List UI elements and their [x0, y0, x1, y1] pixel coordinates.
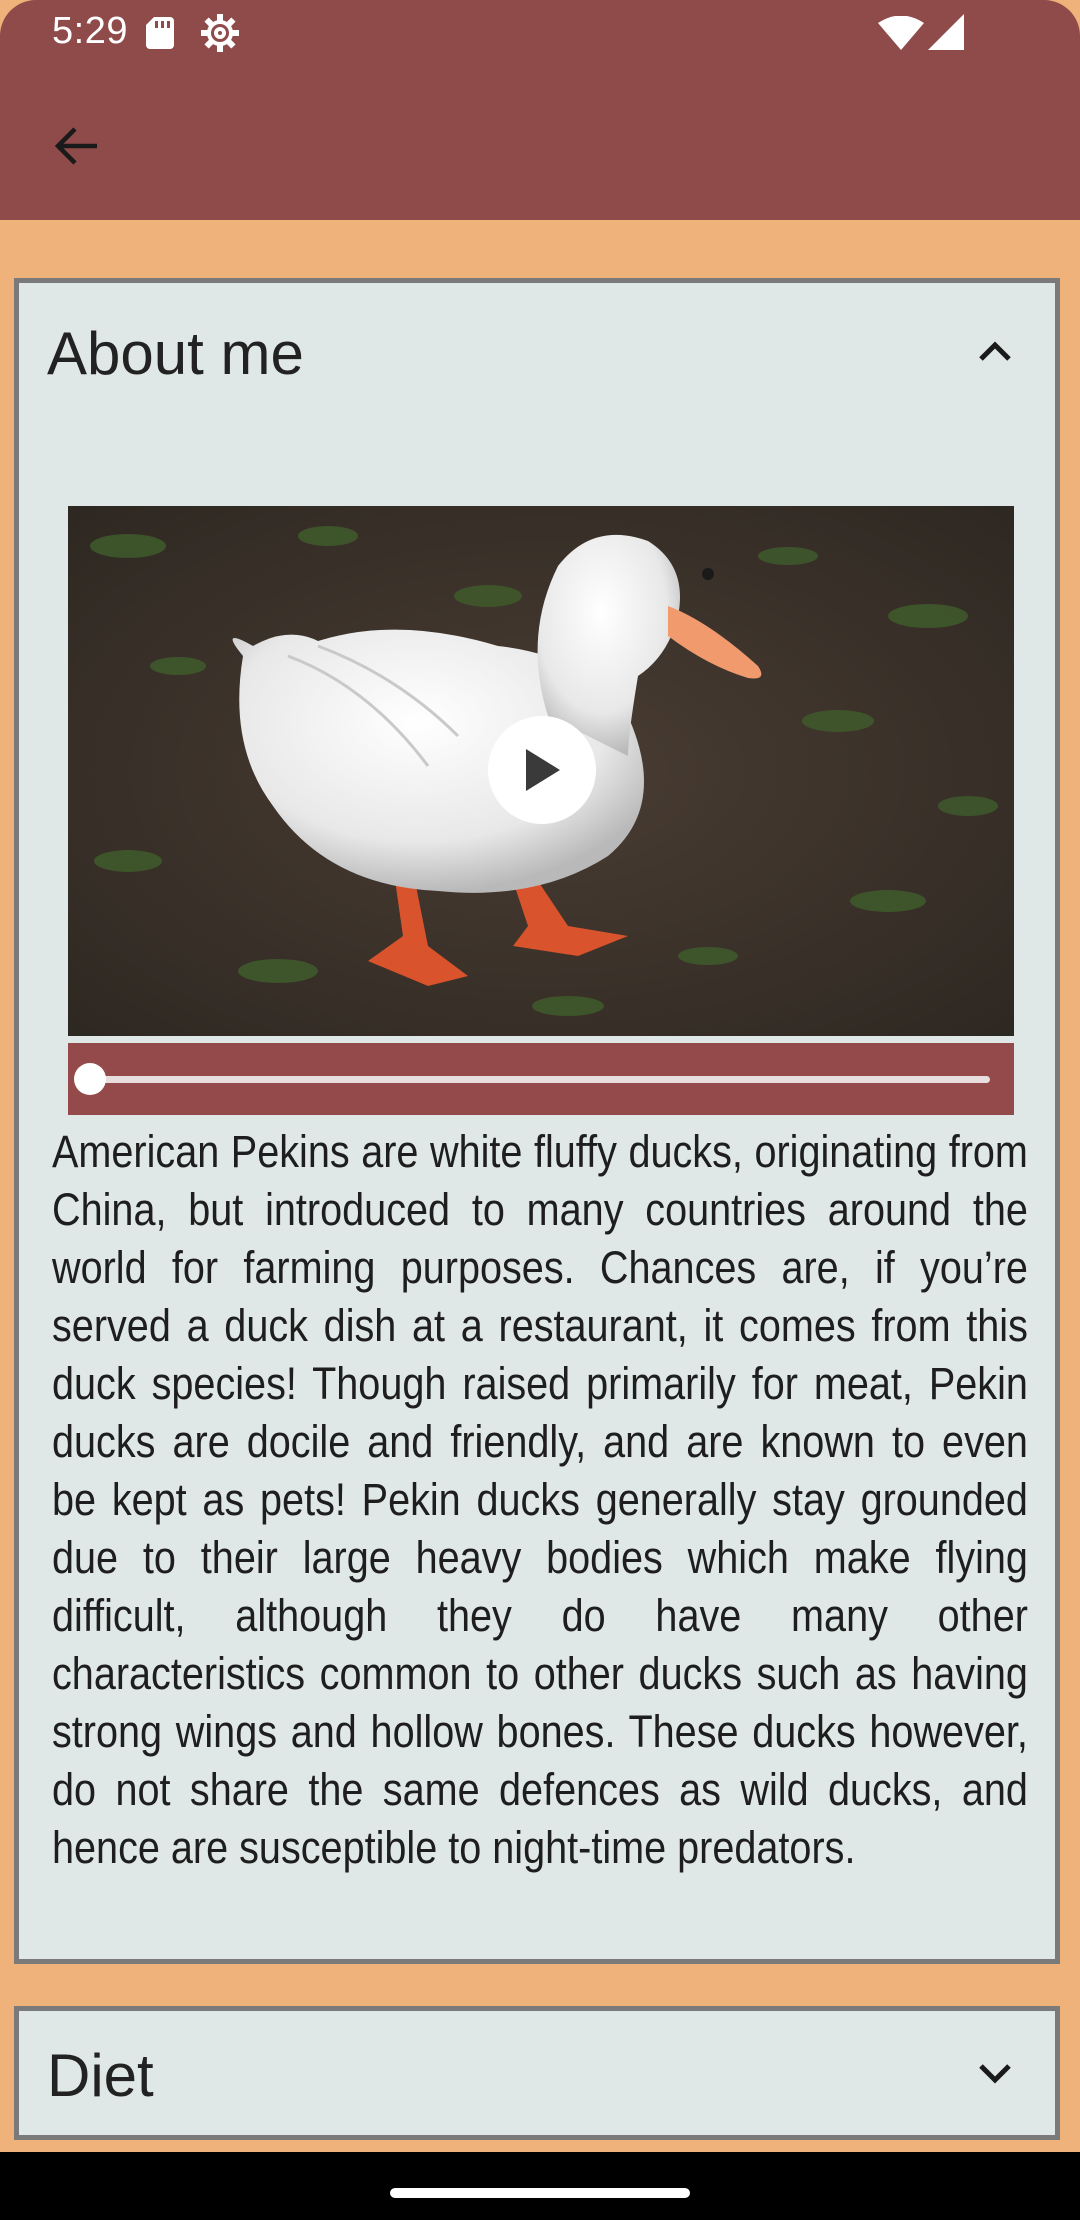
section-title-diet: Diet: [47, 2042, 154, 2109]
about-description: American Pekins are white fluffy ducks, …: [52, 1126, 1028, 1873]
seekbar-thumb[interactable]: [74, 1063, 106, 1095]
play-icon: [526, 749, 560, 791]
expand-diet-button[interactable]: [965, 2043, 1025, 2103]
video-seekbar[interactable]: [68, 1043, 1014, 1115]
play-button[interactable]: [488, 716, 596, 824]
video-player[interactable]: [68, 506, 1014, 1036]
wifi-icon: [878, 16, 924, 50]
chevron-down-icon: [979, 2064, 1011, 2084]
about-me-section: About me American Pekins are white fluff…: [14, 278, 1060, 1964]
home-gesture-handle[interactable]: [390, 2188, 690, 2198]
cell-signal-icon: [928, 14, 964, 50]
sd-card-icon: [146, 17, 174, 49]
back-button[interactable]: [40, 110, 112, 182]
seekbar-track[interactable]: [92, 1076, 990, 1083]
status-time: 5:29: [52, 10, 128, 52]
section-title-about: About me: [47, 320, 304, 387]
system-nav-bar: [0, 2152, 1080, 2220]
diet-section[interactable]: Diet: [14, 2006, 1060, 2140]
settings-gear-icon: [201, 14, 239, 52]
arrow-back-icon: [54, 127, 97, 165]
app-bar: 5:29: [0, 0, 1080, 220]
collapse-about-button[interactable]: [965, 321, 1025, 381]
chevron-up-icon: [979, 341, 1011, 361]
